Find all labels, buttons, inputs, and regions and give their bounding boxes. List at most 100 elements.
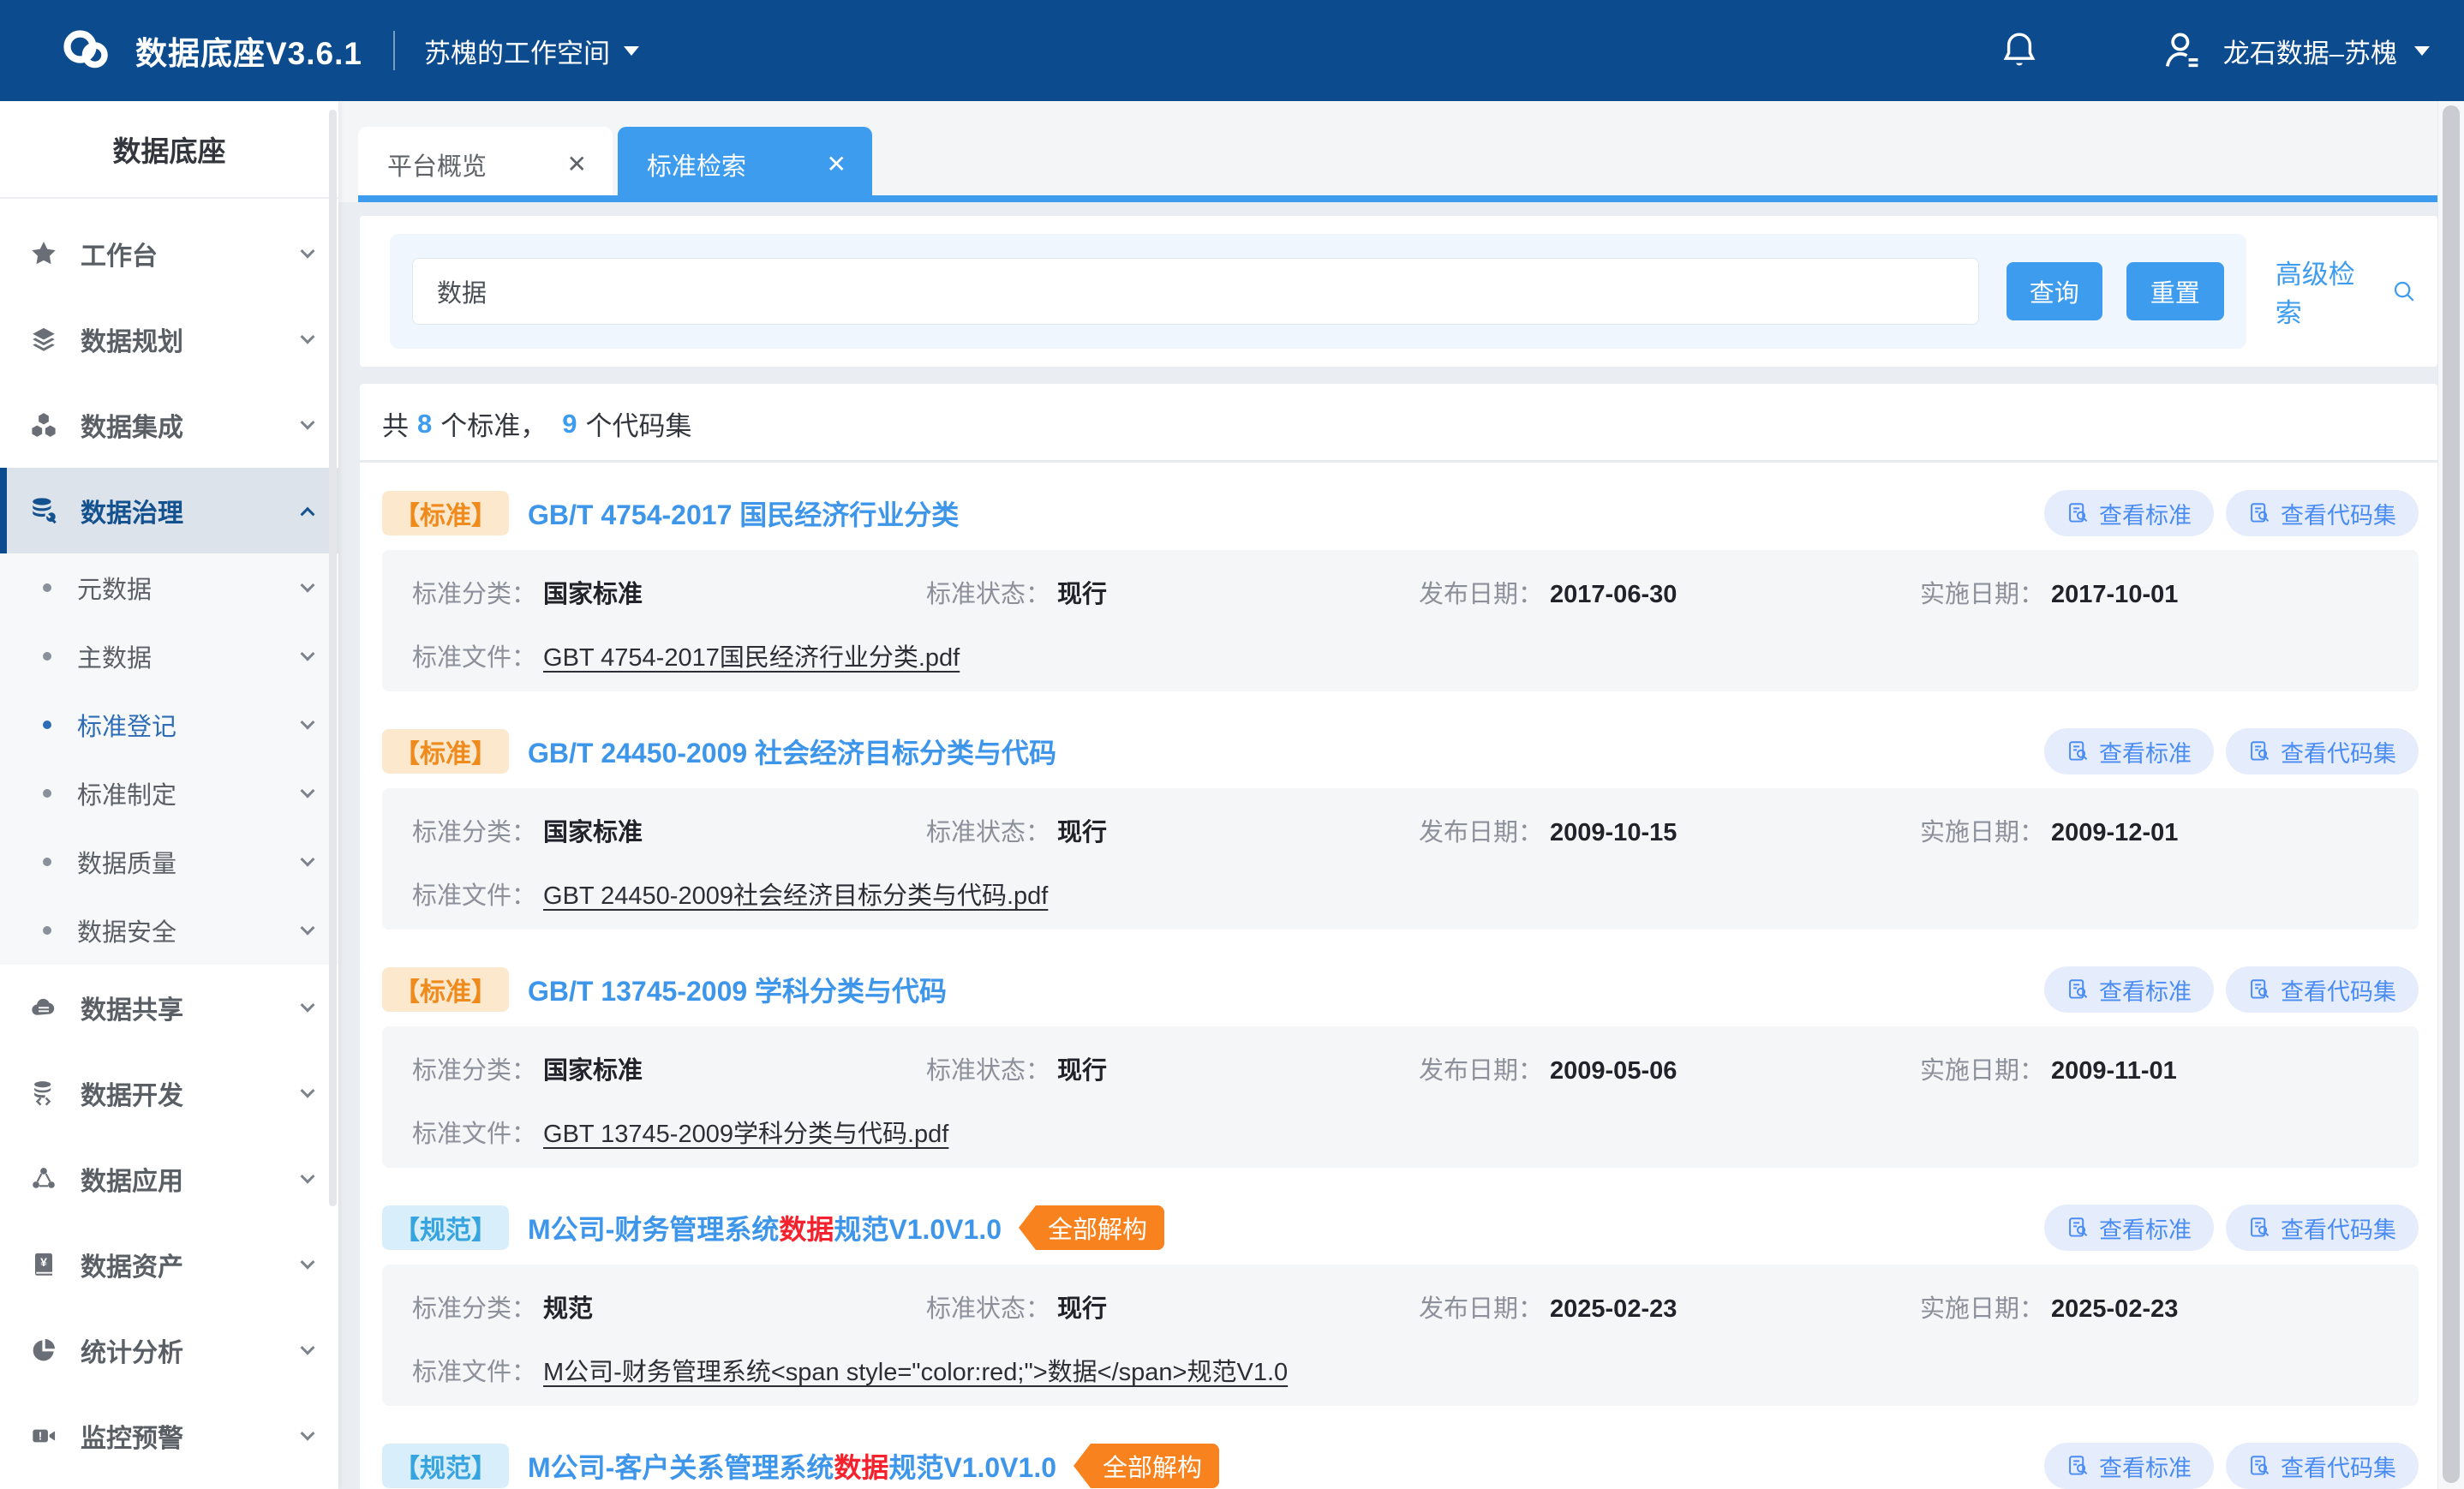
sidebar-item-data-development[interactable]: 数据开发 xyxy=(0,1050,338,1136)
bullet-dot-icon xyxy=(43,858,51,866)
publish-date-value: 2009-05-06 xyxy=(1550,1057,1677,1085)
standard-search-input[interactable] xyxy=(412,258,1979,325)
standard-file-link[interactable]: GBT 24450-2009社会经济目标分类与代码.pdf xyxy=(543,876,1048,912)
sidebar-item-label: 标准登记 xyxy=(77,707,176,743)
standard-count: 8 xyxy=(417,409,432,440)
view-codeset-button[interactable]: 查看代码集 xyxy=(2226,1443,2419,1489)
database-code-icon xyxy=(29,1079,58,1108)
close-icon[interactable]: ✕ xyxy=(567,152,587,176)
standard-file-link[interactable]: M公司-财务管理系统<span style="color:red;">数据</s… xyxy=(543,1352,1288,1388)
standard-title-link[interactable]: GB/T 24450-2009 社会经济目标分类与代码 xyxy=(528,732,1056,771)
field-label: 发布日期： xyxy=(1419,574,1543,610)
bullet-dot-icon xyxy=(43,926,51,935)
page-scrollbar-thumb[interactable] xyxy=(2443,105,2460,1483)
sidebar-item-statistics[interactable]: 统计分析 xyxy=(0,1307,338,1393)
query-button[interactable]: 查询 xyxy=(2006,262,2102,320)
view-codeset-button[interactable]: 查看代码集 xyxy=(2226,1205,2419,1251)
codeset-count: 9 xyxy=(562,409,577,440)
status-value: 现行 xyxy=(1057,1289,1107,1325)
view-standard-button[interactable]: 查看标准 xyxy=(2044,490,2214,536)
chevron-down-icon xyxy=(301,1426,315,1441)
advanced-search-link[interactable]: 高级检索 xyxy=(2276,253,2417,330)
chevron-down-icon xyxy=(301,578,315,593)
sidebar-item-data-security[interactable]: 数据安全 xyxy=(0,896,338,965)
spec-type-badge: 【规范】 xyxy=(382,1444,509,1488)
pill-label: 查看标准 xyxy=(2099,973,2192,1007)
category-value: 国家标准 xyxy=(543,574,643,610)
standard-title-link[interactable]: M公司-客户关系管理系统数据规范V1.0V1.0 xyxy=(528,1446,1056,1486)
close-icon[interactable]: ✕ xyxy=(827,152,846,176)
sidebar-item-data-quality[interactable]: 数据质量 xyxy=(0,828,338,896)
caret-down-icon xyxy=(624,46,639,56)
sidebar-item-data-application[interactable]: 数据应用 xyxy=(0,1136,338,1222)
view-standard-button[interactable]: 查看标准 xyxy=(2044,966,2214,1013)
sidebar-scrollbar[interactable] xyxy=(329,110,337,1206)
bullet-dot-icon xyxy=(43,652,51,661)
sidebar-item-data-sharing[interactable]: 数据共享 xyxy=(0,965,338,1050)
result-item: 【标准】 GB/T 4754-2017 国民经济行业分类 查看标准 查看代码集 xyxy=(360,463,2437,701)
field-label: 标准状态： xyxy=(926,1289,1050,1325)
view-standard-button[interactable]: 查看标准 xyxy=(2044,1205,2214,1251)
reset-button[interactable]: 重置 xyxy=(2126,262,2224,320)
cloud-icon xyxy=(29,993,58,1022)
user-menu[interactable]: 龙石数据–苏槐 xyxy=(2223,32,2464,70)
status-value: 现行 xyxy=(1057,1050,1107,1086)
tab-platform-overview[interactable]: 平台概览 ✕ xyxy=(358,127,613,202)
sidebar-item-label: 数据安全 xyxy=(77,912,176,948)
tab-label: 标准检索 xyxy=(647,147,746,182)
implement-date-value: 2017-10-01 xyxy=(2051,581,2178,609)
standard-title-link[interactable]: M公司-财务管理系统数据规范V1.0V1.0 xyxy=(528,1208,1002,1247)
view-codeset-button[interactable]: 查看代码集 xyxy=(2226,728,2419,774)
standard-type-badge: 【标准】 xyxy=(382,729,509,774)
sidebar-item-monitoring[interactable]: ! 监控预警 xyxy=(0,1393,338,1479)
search-section: 查询 重置 高级检索 xyxy=(360,216,2437,367)
chevron-up-icon xyxy=(301,507,315,522)
title-text: M公司-客户关系管理系统 xyxy=(528,1452,834,1483)
summary-codesets-label: 个代码集 xyxy=(586,404,692,443)
sidebar-item-label: 数据质量 xyxy=(77,844,176,880)
sidebar-item-label: 数据共享 xyxy=(81,989,183,1026)
sidebar-menu: 工作台 数据规划 数据集成 xyxy=(0,199,338,1479)
field-label: 标准分类： xyxy=(412,812,536,848)
view-codeset-button[interactable]: 查看代码集 xyxy=(2226,490,2419,536)
chevron-down-icon xyxy=(301,416,315,430)
view-standard-button[interactable]: 查看标准 xyxy=(2044,1443,2214,1489)
chevron-down-icon xyxy=(301,998,315,1013)
chevron-down-icon xyxy=(301,1341,315,1355)
user-avatar-icon[interactable] xyxy=(2160,28,2204,73)
sidebar-item-label: 统计分析 xyxy=(81,1331,183,1369)
notification-bell-icon[interactable] xyxy=(1999,30,2040,71)
sidebar-item-data-planning[interactable]: 数据规划 xyxy=(0,296,338,382)
sidebar-item-label: 工作台 xyxy=(81,235,158,272)
sidebar-item-standard-registration[interactable]: 标准登记 xyxy=(0,691,338,759)
caret-down-icon xyxy=(2414,46,2430,56)
implement-date-value: 2009-11-01 xyxy=(2051,1057,2177,1085)
field-label: 实施日期： xyxy=(1920,812,2044,848)
standard-file-link[interactable]: GBT 4754-2017国民经济行业分类.pdf xyxy=(543,637,960,673)
sidebar-item-workbench[interactable]: 工作台 xyxy=(0,211,338,296)
sidebar-item-data-integration[interactable]: 数据集成 xyxy=(0,382,338,468)
tab-standard-search[interactable]: 标准检索 ✕ xyxy=(618,127,872,202)
sidebar-item-data-assets[interactable]: ¥ 数据资产 xyxy=(0,1222,338,1307)
title-highlight: 数据 xyxy=(779,1214,834,1245)
workspace-selector[interactable]: 苏槐的工作空间 xyxy=(424,32,639,70)
standard-file-link[interactable]: GBT 13745-2009学科分类与代码.pdf xyxy=(543,1114,948,1150)
sidebar-item-master-data[interactable]: 主数据 xyxy=(0,622,338,691)
field-label: 标准分类： xyxy=(412,574,536,610)
chevron-down-icon xyxy=(301,1255,315,1270)
field-label: 标准状态： xyxy=(926,812,1050,848)
field-label: 实施日期： xyxy=(1920,574,2044,610)
result-item: 【标准】 GB/T 13745-2009 学科分类与代码 查看标准 查看代码集 xyxy=(360,939,2437,1177)
standard-title-link[interactable]: GB/T 13745-2009 学科分类与代码 xyxy=(528,970,947,1009)
bullet-dot-icon xyxy=(43,583,51,592)
sidebar-item-label: 元数据 xyxy=(77,570,152,606)
category-value: 规范 xyxy=(543,1289,593,1325)
sidebar-item-data-governance[interactable]: 数据治理 xyxy=(0,468,338,553)
sidebar-item-metadata[interactable]: 元数据 xyxy=(0,553,338,622)
standard-title-link[interactable]: GB/T 4754-2017 国民经济行业分类 xyxy=(528,493,959,533)
view-standard-button[interactable]: 查看标准 xyxy=(2044,728,2214,774)
pill-label: 查看代码集 xyxy=(2281,735,2396,768)
view-codeset-button[interactable]: 查看代码集 xyxy=(2226,966,2419,1013)
standard-details: 标准分类：国家标准 标准状态：现行 发布日期：2009-05-06 实施日期：2… xyxy=(382,1026,2419,1168)
sidebar-item-standard-formulation[interactable]: 标准制定 xyxy=(0,759,338,828)
